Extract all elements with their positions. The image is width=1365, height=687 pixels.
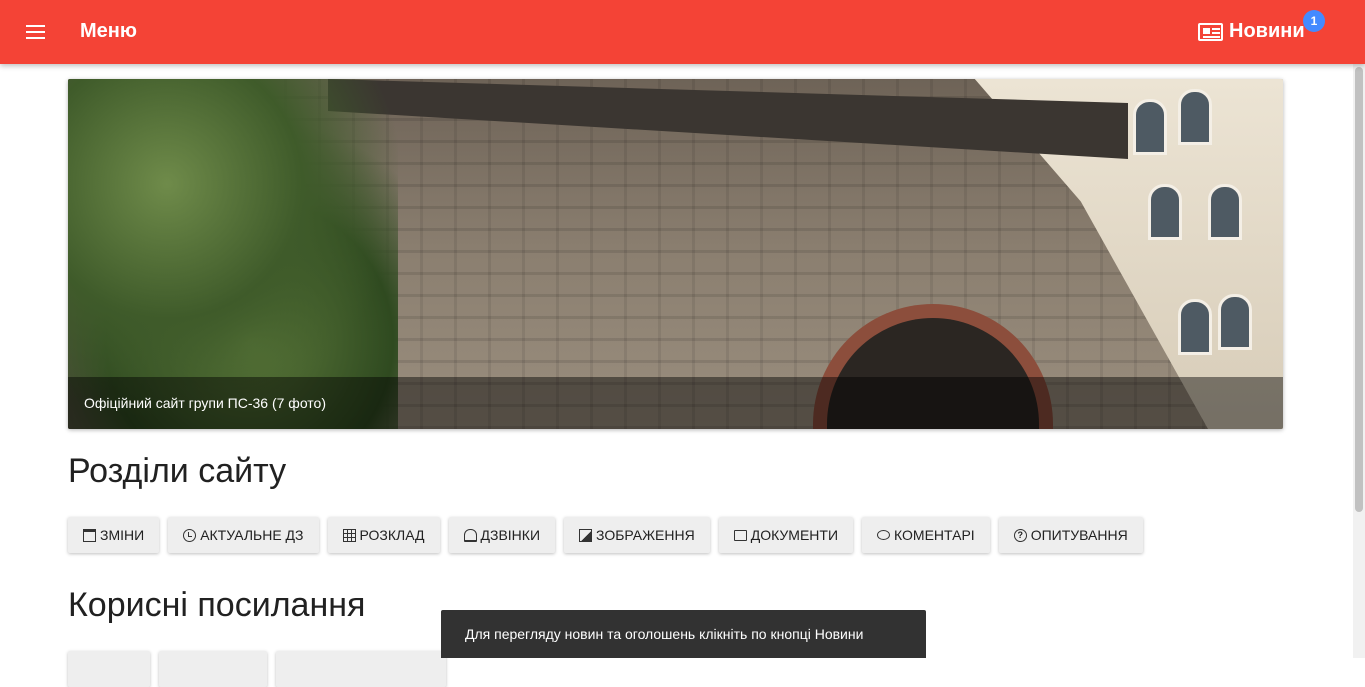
- news-count-badge: 1: [1303, 10, 1325, 32]
- clock-icon: [183, 528, 197, 542]
- calendar-icon: [83, 528, 96, 542]
- section-buttons: Зміни Актуальне ДЗ Розклад Дзвінки Зобра…: [68, 517, 1152, 553]
- changes-button[interactable]: Зміни: [68, 517, 160, 553]
- sections-title: Розділи сайту: [68, 452, 287, 490]
- schedule-button-label: Розклад: [359, 527, 425, 543]
- changes-button-label: Зміни: [100, 527, 145, 543]
- bells-button[interactable]: Дзвінки: [448, 517, 556, 553]
- homework-button[interactable]: Актуальне ДЗ: [168, 517, 319, 553]
- bells-button-label: Дзвінки: [480, 527, 541, 543]
- comments-icon: [877, 530, 891, 540]
- schedule-button[interactable]: Розклад: [327, 517, 440, 553]
- documents-button[interactable]: Документи: [718, 517, 854, 553]
- newspaper-icon: [1198, 22, 1223, 41]
- question-circle-icon: ?: [1013, 528, 1027, 542]
- useful-links-title: Корисні посилання: [68, 586, 366, 624]
- comments-button[interactable]: Коментарі: [862, 517, 990, 553]
- scrollbar-thumb[interactable]: [1355, 67, 1363, 512]
- link-button[interactable]: [276, 651, 446, 687]
- top-app-bar: Меню Новини: [0, 0, 1365, 64]
- useful-link-buttons: [68, 651, 455, 687]
- link-button[interactable]: [159, 651, 267, 687]
- images-button-label: Зображення: [596, 527, 695, 543]
- images-button[interactable]: Зображення: [564, 517, 710, 553]
- polls-button-label: Опитування: [1030, 527, 1128, 543]
- folder-open-icon: [733, 529, 747, 541]
- link-button[interactable]: [68, 651, 150, 687]
- hero-caption: Офіційний сайт групи ПС-36 (7 фото): [68, 377, 1283, 429]
- hero-image-slider[interactable]: Офіційний сайт групи ПС-36 (7 фото): [68, 79, 1283, 429]
- documents-button-label: Документи: [750, 527, 839, 543]
- page-scrollbar[interactable]: [1353, 64, 1365, 658]
- menu-title[interactable]: Меню: [80, 20, 137, 43]
- news-button-label: Новини: [1229, 20, 1305, 42]
- image-icon: [579, 528, 593, 542]
- table-icon: [342, 528, 356, 542]
- news-button[interactable]: Новини: [1198, 20, 1305, 43]
- comments-button-label: Коментарі: [894, 527, 975, 543]
- snackbar: Для перегляду новин та оголошень клікніт…: [441, 610, 926, 658]
- bell-icon: [463, 528, 477, 542]
- hamburger-menu-icon[interactable]: [24, 22, 48, 42]
- polls-button[interactable]: ? Опитування: [998, 517, 1143, 553]
- homework-button-label: Актуальне ДЗ: [200, 527, 304, 543]
